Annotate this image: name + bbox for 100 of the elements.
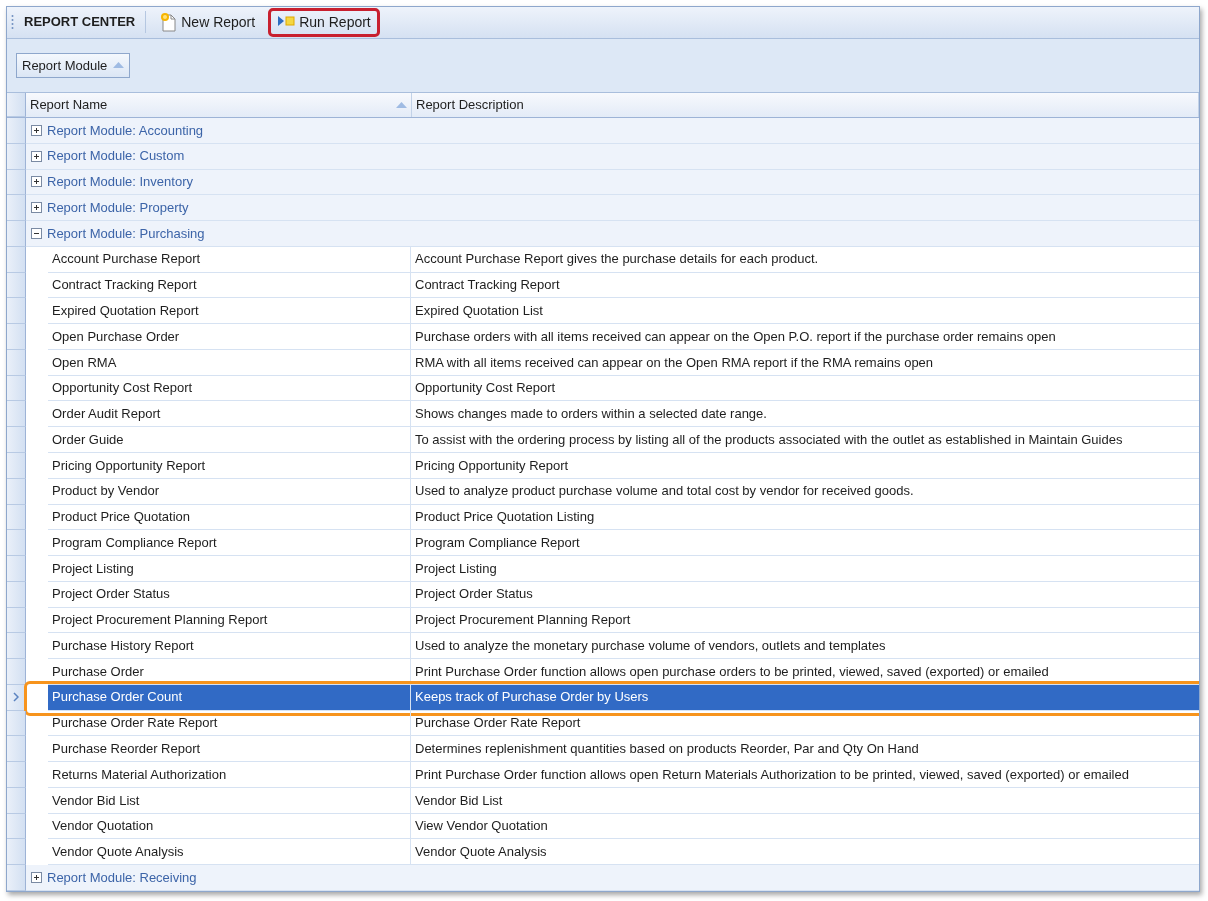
row-indicator — [7, 324, 26, 350]
column-header-label: Report Name — [30, 96, 108, 115]
group-label: Report Module: Property — [47, 198, 189, 217]
row-indicator — [7, 813, 26, 840]
table-cell[interactable]: Shows changes made to orders within a selected date range. — [411, 401, 1199, 428]
table-cell[interactable]: Open RMA — [48, 349, 411, 376]
toolbar-title: REPORT CENTER — [18, 11, 147, 34]
table-cell[interactable]: Purchase Order — [48, 659, 411, 685]
group-row[interactable]: Report Module: Receiving — [26, 865, 1199, 891]
row-indicator — [7, 143, 26, 170]
row-indicator — [7, 349, 26, 376]
row-indicator — [7, 787, 26, 814]
row-indicator — [7, 556, 26, 582]
table-cell[interactable]: Project Order Status — [411, 581, 1199, 608]
group-label: Report Module: Custom — [47, 147, 185, 166]
row-indicator — [7, 504, 26, 531]
toolbar-button[interactable]: Run Report — [268, 7, 380, 37]
column-header[interactable]: Report Description — [412, 93, 1199, 117]
group-row[interactable]: Report Module: Custom — [26, 143, 1199, 170]
table-cell[interactable]: Product Price Quotation Listing — [411, 504, 1199, 531]
table-cell[interactable]: Program Compliance Report — [48, 530, 411, 557]
table-cell[interactable]: Account Purchase Report gives the purchase details for each product. — [411, 246, 1199, 273]
row-indicator — [7, 195, 26, 222]
table-cell[interactable]: Account Purchase Report — [48, 246, 411, 273]
row-indicator — [7, 452, 26, 479]
column-header[interactable]: Report Name — [26, 93, 412, 117]
grip-icon — [11, 14, 14, 31]
row-indicator — [7, 581, 26, 608]
row-indicator — [7, 169, 26, 196]
table-cell[interactable]: Print Purchase Order function allows open Return Materials Authorization to be printed, viewed, saved (exported) or emailed — [411, 762, 1199, 788]
table-cell[interactable]: Program Compliance Report — [411, 530, 1199, 557]
table-cell[interactable]: RMA with all items received can appear on the Open RMA report if the RMA remains open — [411, 349, 1199, 376]
table-cell[interactable]: Product Price Quotation — [48, 504, 411, 531]
row-indicator — [7, 633, 26, 660]
table-cell[interactable]: Keeps track of Purchase Order by Users — [411, 684, 1199, 711]
table-cell[interactable]: Purchase orders with all items received can appear on the Open P.O. report if the purchase order remains open — [411, 324, 1199, 350]
table-cell[interactable]: Vendor Quotation — [48, 813, 411, 840]
table-cell[interactable]: Pricing Opportunity Report — [48, 452, 411, 479]
table-cell[interactable]: Purchase Order Count — [48, 684, 411, 711]
table-cell[interactable]: Expired Quotation List — [411, 298, 1199, 325]
row-indicator — [7, 401, 26, 428]
table-cell[interactable]: Project Procurement Planning Report — [411, 607, 1199, 634]
table-cell[interactable]: Order Audit Report — [48, 401, 411, 428]
row-indicator — [7, 762, 26, 788]
row-indicator — [7, 272, 26, 299]
table-cell[interactable]: Purchase Order Rate Report — [48, 710, 411, 737]
group-chip[interactable]: Report Module — [16, 52, 131, 79]
table-cell[interactable]: Contract Tracking Report — [48, 272, 411, 299]
column-header-label: Report Description — [416, 96, 524, 115]
table-cell[interactable]: Opportunity Cost Report — [411, 375, 1199, 402]
row-indicator — [7, 865, 26, 891]
table-cell[interactable]: Purchase Reorder Report — [48, 736, 411, 763]
table-cell[interactable]: Opportunity Cost Report — [48, 375, 411, 402]
row-indicator — [7, 427, 26, 453]
group-label: Report Module: Receiving — [47, 868, 197, 887]
table-cell[interactable]: Vendor Bid List — [411, 787, 1199, 814]
minus-box-icon — [31, 227, 42, 239]
group-label: Report Module: Inventory — [47, 173, 193, 192]
row-indicator — [7, 375, 26, 402]
group-row[interactable]: Report Module: Inventory — [26, 169, 1199, 196]
table-cell[interactable]: Project Order Status — [48, 581, 411, 608]
row-indicator — [7, 478, 26, 505]
row-indicator — [7, 839, 26, 866]
table-cell[interactable]: Open Purchase Order — [48, 324, 411, 350]
row-indicator — [7, 607, 26, 634]
table-cell[interactable]: To assist with the ordering process by listing all of the products associated with the outlet as established in Maintain Guides — [411, 427, 1199, 453]
group-label: Report Module: Accounting — [47, 121, 204, 140]
plus-box-icon — [31, 124, 42, 136]
table-cell[interactable]: Purchase Order Rate Report — [411, 710, 1199, 737]
table-cell[interactable]: Project Listing — [411, 556, 1199, 582]
row-indicator — [7, 530, 26, 557]
group-row[interactable]: Report Module: Accounting — [26, 118, 1199, 144]
table-cell[interactable]: Contract Tracking Report — [411, 272, 1199, 299]
group-row[interactable]: Report Module: Purchasing — [26, 221, 1199, 247]
plus-box-icon — [31, 176, 42, 188]
table-cell[interactable]: Determines replenishment quantities based on products Reorder, Par and Qty On Hand — [411, 736, 1199, 763]
table-cell[interactable]: View Vendor Quotation — [411, 813, 1199, 840]
table-cell[interactable]: Used to analyze product purchase volume and total cost by vendor for received goods. — [411, 478, 1199, 505]
row-indicator — [7, 736, 26, 763]
plus-box-icon — [31, 150, 42, 162]
table-cell[interactable]: Project Listing — [48, 556, 411, 582]
chevron-right-icon — [13, 692, 19, 703]
table-cell[interactable]: Expired Quotation Report — [48, 298, 411, 325]
group-row[interactable]: Report Module: Property — [26, 195, 1199, 222]
table-cell[interactable]: Project Procurement Planning Report — [48, 607, 411, 634]
group-label: Report Module: Purchasing — [47, 224, 205, 243]
table-cell[interactable]: Vendor Bid List — [48, 787, 411, 814]
plus-box-icon — [31, 872, 42, 884]
plus-box-icon — [31, 202, 42, 214]
table-cell[interactable]: Used to analyze the monetary purchase volume of vendors, outlets and templates — [411, 633, 1199, 660]
table-cell[interactable]: Pricing Opportunity Report — [411, 452, 1199, 479]
toolbar-button[interactable]: New Report — [150, 7, 265, 37]
page-star-icon — [159, 12, 178, 33]
sort-up-icon — [113, 62, 125, 69]
table-cell[interactable]: Returns Material Authorization — [48, 762, 411, 788]
table-cell[interactable]: Order Guide — [48, 427, 411, 453]
table-cell[interactable]: Print Purchase Order function allows open purchase orders to be printed, viewed, saved (exported) or emailed — [411, 659, 1199, 685]
table-cell[interactable]: Product by Vendor — [48, 478, 411, 505]
row-indicator — [7, 246, 26, 273]
table-cell[interactable]: Purchase History Report — [48, 633, 411, 660]
